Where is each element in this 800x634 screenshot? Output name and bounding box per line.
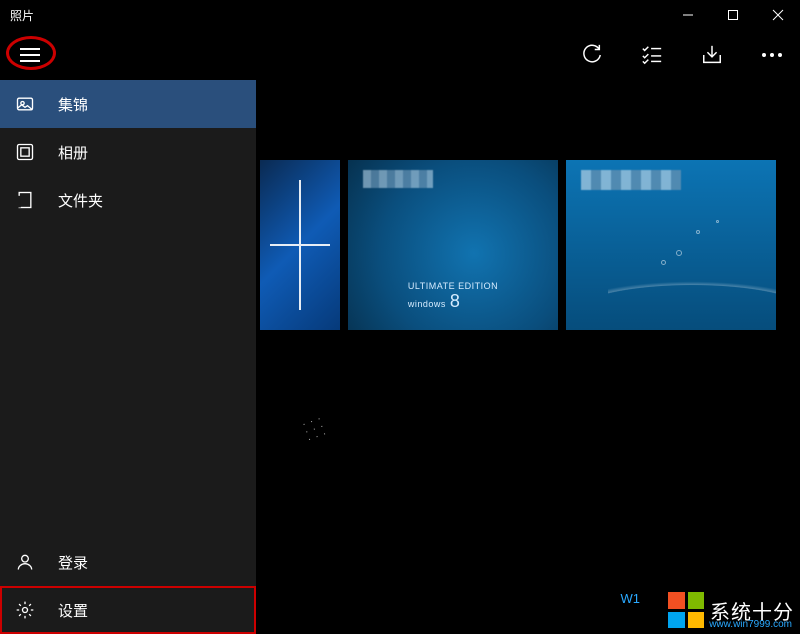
sidebar-item-collection[interactable]: 集锦: [0, 80, 256, 128]
import-button[interactable]: [688, 31, 736, 79]
refresh-button[interactable]: [568, 31, 616, 79]
select-button[interactable]: [628, 31, 676, 79]
album-icon: [14, 141, 36, 163]
hamburger-highlight-annotation: [6, 36, 56, 70]
thumbnail-caption: ULTIMATE EDITION windows8: [408, 281, 498, 312]
sidebar-item-login[interactable]: 登录: [0, 538, 256, 586]
sidebar-item-settings[interactable]: 设置: [0, 586, 256, 634]
sidebar-item-label: 文件夹: [58, 190, 103, 211]
gear-icon: [14, 599, 36, 621]
sidebar-item-label: 登录: [58, 552, 88, 573]
minimize-button[interactable]: [665, 0, 710, 30]
sidebar-item-label: 设置: [58, 600, 88, 621]
hamburger-button[interactable]: [10, 40, 50, 70]
thumbnail-item[interactable]: [260, 160, 340, 330]
content-link-text: W1: [621, 591, 641, 606]
app-toolbar: [0, 32, 800, 80]
window-title: 照片: [0, 7, 34, 24]
sidebar-nav: 集锦 相册 文件夹: [0, 80, 256, 538]
sidebar-item-label: 相册: [58, 142, 88, 163]
thumbnail-item[interactable]: [566, 160, 776, 330]
folder-icon: [14, 189, 36, 211]
sidebar: 集锦 相册 文件夹 登录: [0, 80, 256, 634]
more-button[interactable]: [748, 31, 796, 79]
thumbnail-row: ULTIMATE EDITION windows8: [260, 160, 776, 330]
user-icon: [14, 551, 36, 573]
main-area: 集锦 相册 文件夹 登录: [0, 80, 800, 634]
content-area: ULTIMATE EDITION windows8 W1 系统十分 www.wi…: [256, 80, 800, 634]
close-button[interactable]: [755, 0, 800, 30]
window-controls: [665, 0, 800, 30]
watermark-logo-icon: [668, 592, 704, 628]
sidebar-item-label: 集锦: [58, 94, 88, 115]
thumbnail-item[interactable]: ULTIMATE EDITION windows8: [348, 160, 558, 330]
thumbnail-item[interactable]: [286, 390, 436, 520]
collection-icon: [14, 93, 36, 115]
sidebar-item-folder[interactable]: 文件夹: [0, 176, 256, 224]
watermark-url: www.win7999.com: [709, 619, 792, 630]
titlebar: 照片: [0, 0, 800, 30]
watermark: 系统十分 www.win7999.com: [668, 592, 794, 628]
sidebar-bottom: 登录 设置: [0, 538, 256, 634]
sidebar-item-album[interactable]: 相册: [0, 128, 256, 176]
maximize-button[interactable]: [710, 0, 755, 30]
